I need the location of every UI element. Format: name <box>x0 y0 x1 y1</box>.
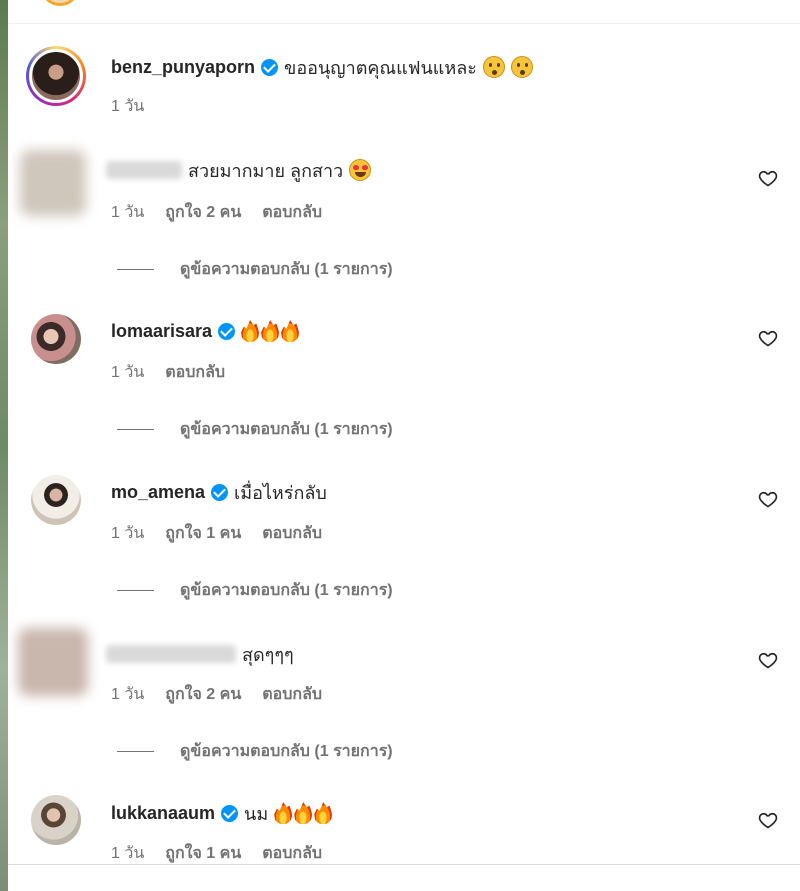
heart-icon[interactable] <box>758 168 778 188</box>
comment-time[interactable]: 1 วัน <box>111 521 144 546</box>
heart-icon[interactable] <box>758 328 778 348</box>
avatar[interactable] <box>31 795 81 845</box>
likes-count[interactable]: ถูกใจ 1 คน <box>165 521 241 546</box>
view-replies-button[interactable]: ดูข้อความตอบกลับ (1 รายการ) <box>117 257 393 282</box>
heart-icon[interactable] <box>758 650 778 670</box>
divider <box>117 269 154 270</box>
fire-icon <box>294 802 313 824</box>
face-icon <box>482 56 505 78</box>
heart-icon[interactable] <box>758 489 778 509</box>
avatar[interactable] <box>26 46 86 106</box>
divider <box>117 429 154 430</box>
avatar[interactable] <box>20 150 86 216</box>
view-replies-button[interactable]: ดูข้อความตอบกลับ (1 รายการ) <box>117 739 393 764</box>
username[interactable]: lukkanaaum <box>111 803 215 824</box>
username[interactable]: benz_punyaporn <box>111 57 255 78</box>
likes-count[interactable]: ถูกใจ 1 คน <box>165 841 241 866</box>
view-replies-label: ดูข้อความตอบกลับ (1 รายการ) <box>180 261 393 278</box>
avatar[interactable] <box>31 314 81 364</box>
divider <box>117 590 154 591</box>
comment-time[interactable]: 1 วัน <box>111 94 144 119</box>
reply-button[interactable]: ตอบกลับ <box>262 841 322 866</box>
fire-icon <box>241 320 260 342</box>
verified-badge-icon <box>211 483 229 501</box>
comment-text: ขออนุญาตคุณแฟนแหละ <box>284 57 477 78</box>
username-blurred[interactable] <box>106 161 182 179</box>
face-icon <box>510 56 533 78</box>
comment-time[interactable]: 1 วัน <box>111 682 144 707</box>
verified-badge-icon <box>218 322 236 340</box>
fire-emoji-group <box>241 320 300 342</box>
heart-eyes-icon <box>349 159 372 181</box>
divider <box>117 751 154 752</box>
comment-time[interactable]: 1 วัน <box>111 841 144 866</box>
previous-avatar[interactable] <box>40 0 80 6</box>
fire-icon <box>281 320 300 342</box>
background-photo-edge <box>0 0 8 891</box>
likes-count[interactable]: ถูกใจ 2 คน <box>165 200 241 225</box>
likes-count[interactable]: ถูกใจ 2 คน <box>165 682 241 707</box>
comment-time[interactable]: 1 วัน <box>111 360 144 385</box>
avatar[interactable] <box>31 475 81 525</box>
view-replies-label: ดูข้อความตอบกลับ (1 รายการ) <box>180 582 393 599</box>
view-replies-label: ดูข้อความตอบกลับ (1 รายการ) <box>180 743 393 760</box>
verified-badge-icon <box>221 804 239 822</box>
verified-badge-icon <box>261 58 279 76</box>
divider <box>8 864 800 865</box>
avatar-photo <box>29 49 83 103</box>
comment-text: สุดๆๆๆ <box>242 644 294 665</box>
username[interactable]: lomaarisara <box>111 321 212 342</box>
comment-time[interactable]: 1 วัน <box>111 200 144 225</box>
divider <box>8 23 800 24</box>
heart-icon[interactable] <box>758 810 778 830</box>
view-replies-button[interactable]: ดูข้อความตอบกลับ (1 รายการ) <box>117 417 393 442</box>
fire-icon <box>314 802 333 824</box>
reply-button[interactable]: ตอบกลับ <box>262 682 322 707</box>
username[interactable]: mo_amena <box>111 482 205 503</box>
fire-emoji-group <box>274 802 333 824</box>
view-replies-button[interactable]: ดูข้อความตอบกลับ (1 รายการ) <box>117 578 393 603</box>
fire-icon <box>274 802 293 824</box>
comment-text: เมื่อไหร่กลับ <box>234 482 327 503</box>
view-replies-label: ดูข้อความตอบกลับ (1 รายการ) <box>180 421 393 438</box>
comment-text: นม <box>244 803 269 824</box>
reply-button[interactable]: ตอบกลับ <box>262 521 322 546</box>
reply-button[interactable]: ตอบกลับ <box>165 360 225 385</box>
comment-text: สวยมากมาย ลูกสาว <box>188 160 344 181</box>
fire-icon <box>261 320 280 342</box>
reply-button[interactable]: ตอบกลับ <box>262 200 322 225</box>
avatar[interactable] <box>18 628 88 696</box>
username-blurred[interactable] <box>106 645 236 663</box>
